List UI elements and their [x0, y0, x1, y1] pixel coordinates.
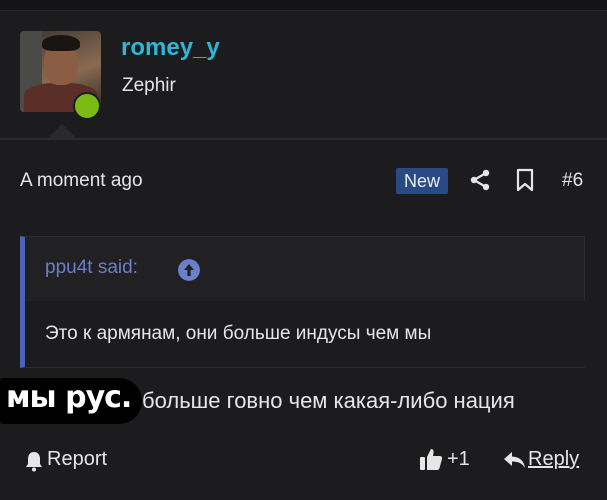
username-link[interactable]: romey_y	[121, 34, 220, 62]
post-caret	[48, 124, 76, 138]
post-number-link[interactable]: #6	[562, 170, 583, 192]
report-button[interactable]: Report	[47, 448, 107, 471]
quote-author[interactable]: ppu4t said:	[45, 257, 138, 279]
thumbs-up-icon[interactable]	[419, 447, 443, 471]
avatar-hair	[42, 35, 80, 51]
user-title: Zephir	[122, 75, 176, 96]
sticker-text: мы рус.	[6, 380, 132, 415]
new-badge: New	[396, 168, 448, 194]
arrow-up-circle-icon[interactable]	[178, 259, 200, 281]
share-icon[interactable]	[468, 168, 492, 192]
bell-icon[interactable]	[24, 450, 44, 472]
reply-icon[interactable]	[502, 450, 526, 470]
post-timestamp[interactable]: A moment ago	[20, 170, 143, 192]
quote-block: ppu4t said: Это к армянам, они больше ин…	[20, 236, 585, 368]
quote-text: Это к армянам, они больше индусы чем мы	[45, 323, 432, 344]
reply-button[interactable]: Reply	[528, 448, 579, 471]
post-divider	[0, 138, 607, 140]
like-count[interactable]: +1	[447, 448, 470, 471]
online-status-indicator	[73, 92, 101, 120]
bookmark-icon[interactable]	[515, 168, 535, 192]
user-avatar-container[interactable]	[20, 31, 101, 120]
sticker-image: мы рус.	[0, 378, 142, 424]
top-divider	[0, 0, 607, 11]
post-message: больше говно чем какая-либо нация	[142, 388, 515, 413]
